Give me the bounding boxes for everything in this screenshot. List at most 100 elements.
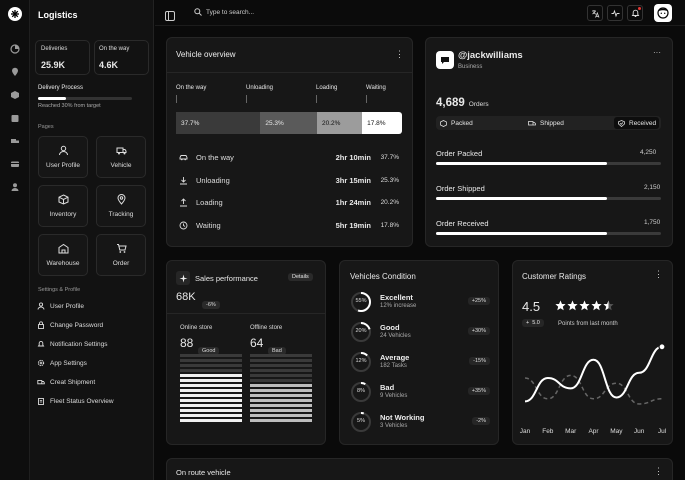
user-icon[interactable] <box>9 181 21 193</box>
settings-app-settings[interactable]: App Settings <box>37 359 87 367</box>
ratings-line-chart: Jan Feb Mar Apr May Jun Jul <box>520 343 667 435</box>
app-logo-icon[interactable] <box>8 7 22 21</box>
translate-icon <box>591 9 599 18</box>
condition-badge: +25% <box>467 297 490 305</box>
profile-type: Business <box>458 64 483 70</box>
page-vehicle[interactable]: Vehicle <box>96 136 146 178</box>
delivery-process-note: Reached 30% from target <box>38 103 101 109</box>
ring-value: 5% <box>357 418 365 424</box>
tab-shipped[interactable]: Shipped <box>528 118 564 128</box>
orders-total: 4,689 Orders <box>436 97 489 109</box>
gear-icon <box>37 359 45 367</box>
overview-row: On the way 2hr 10min 37.7% <box>179 150 399 164</box>
x-tick-label: Jun <box>634 428 645 435</box>
stripe <box>180 389 242 392</box>
user-icon <box>37 302 45 310</box>
on-route-vehicle-card <box>166 458 673 480</box>
page-order[interactable]: Order <box>96 234 146 276</box>
stripe <box>180 399 242 402</box>
page-inventory[interactable]: Inventory <box>38 185 88 227</box>
more-icon[interactable]: ⋮ <box>654 466 663 477</box>
condition-item: 20% Good 24 Vehicles +30% <box>350 321 490 345</box>
tab-label: Shipped <box>540 119 564 127</box>
avatar[interactable] <box>654 4 672 22</box>
tab-received[interactable]: Received <box>614 117 659 129</box>
search-input[interactable]: Type to search... <box>206 9 254 16</box>
tab-packed[interactable]: Packed <box>440 118 473 128</box>
settings-fleet-status[interactable]: Fleet Status Overview <box>37 397 114 405</box>
stripe <box>250 419 312 422</box>
stripe <box>250 409 312 412</box>
card-title: Vehicle overview <box>176 50 236 59</box>
settings-notifications[interactable]: Notification Settings <box>37 340 107 348</box>
delivery-process-label: Delivery Process <box>38 85 84 91</box>
car-icon <box>179 154 188 160</box>
settings-create-shipment[interactable]: Creat Shipment <box>37 378 95 386</box>
translate-button[interactable] <box>587 5 603 21</box>
row-time: 5hr 19min <box>335 220 371 230</box>
notifications-button[interactable] <box>627 5 643 21</box>
truck-icon <box>37 380 45 385</box>
offline-store-value: 64 <box>250 336 264 350</box>
stripe <box>250 384 312 387</box>
stripe <box>180 394 242 397</box>
lock-icon <box>38 321 44 329</box>
condition-item: 5% Not Working 3 Vehicles -2% <box>350 411 490 435</box>
orders-count: 4,689 <box>436 97 465 109</box>
bell-icon <box>37 340 45 347</box>
condition-item: 55% Excellent 12% increase +25% <box>350 291 490 315</box>
condition-badge: +30% <box>467 327 490 335</box>
divider <box>167 72 412 73</box>
sales-change-badge: -6% <box>202 293 220 311</box>
card-icon[interactable] <box>9 158 21 170</box>
stat-value: 25.9K <box>41 60 66 70</box>
condition-item: 8% Bad 9 Vehicles +35% <box>350 381 490 405</box>
settings-label: Notification Settings <box>50 340 108 348</box>
stripe <box>180 409 242 412</box>
dashboard-icon[interactable] <box>9 43 21 55</box>
more-icon[interactable]: ··· <box>653 48 661 57</box>
segment-loading: 20.2% <box>316 112 363 134</box>
activity-button[interactable] <box>607 5 623 21</box>
search-bar[interactable]: Type to search... <box>194 8 254 16</box>
settings-user-profile[interactable]: User Profile <box>37 302 84 310</box>
notification-dot <box>638 7 641 10</box>
x-tick-label: Apr <box>588 428 599 435</box>
tab-label: Received <box>629 119 657 127</box>
row-pct: 25.3% <box>380 176 399 184</box>
settings-heading: Settings & Profile <box>38 287 81 293</box>
business-avatar <box>436 51 454 69</box>
chat-icon <box>441 57 449 64</box>
offline-store-label: Offline store <box>250 325 283 331</box>
details-button[interactable]: Details <box>288 273 313 281</box>
overview-row: Loading 1hr 24min 20.2% <box>179 195 399 209</box>
truck-icon[interactable] <box>9 135 21 147</box>
stripe <box>250 414 312 417</box>
row-label: On the way <box>196 152 234 162</box>
page-label: Vehicle <box>110 162 132 169</box>
package-icon[interactable] <box>9 112 21 124</box>
sidebar-toggle-icon[interactable] <box>165 8 175 26</box>
stripe <box>250 364 312 367</box>
row-pct: 20.2% <box>380 198 399 206</box>
page-user-profile[interactable]: User Profile <box>38 136 88 178</box>
overview-row: Waiting 5hr 19min 17.8% <box>179 218 399 232</box>
bar-label: Order Shipped <box>436 184 485 193</box>
bar-value: 2,150 <box>644 184 661 191</box>
ring-value: 20% <box>355 328 367 334</box>
stripe <box>250 379 312 382</box>
truck-icon <box>116 147 126 155</box>
settings-change-password[interactable]: Change Password <box>37 321 103 329</box>
more-icon[interactable]: ⋮ <box>395 49 404 60</box>
segmented-bar: 37.7% 25.3% 20.2% 17.8% <box>176 112 402 134</box>
condition-sub: 9 Vehicles <box>380 393 408 399</box>
x-tick-label: Feb <box>542 428 554 435</box>
stripe <box>250 404 312 407</box>
condition-sub: 182 Tasks <box>380 363 407 369</box>
box-icon[interactable] <box>9 89 21 101</box>
page-warehouse[interactable]: Warehouse <box>38 234 88 276</box>
location-icon[interactable] <box>9 66 21 78</box>
more-icon[interactable]: ⋮ <box>654 269 663 280</box>
stripe <box>250 389 312 392</box>
page-tracking[interactable]: Tracking <box>96 185 146 227</box>
